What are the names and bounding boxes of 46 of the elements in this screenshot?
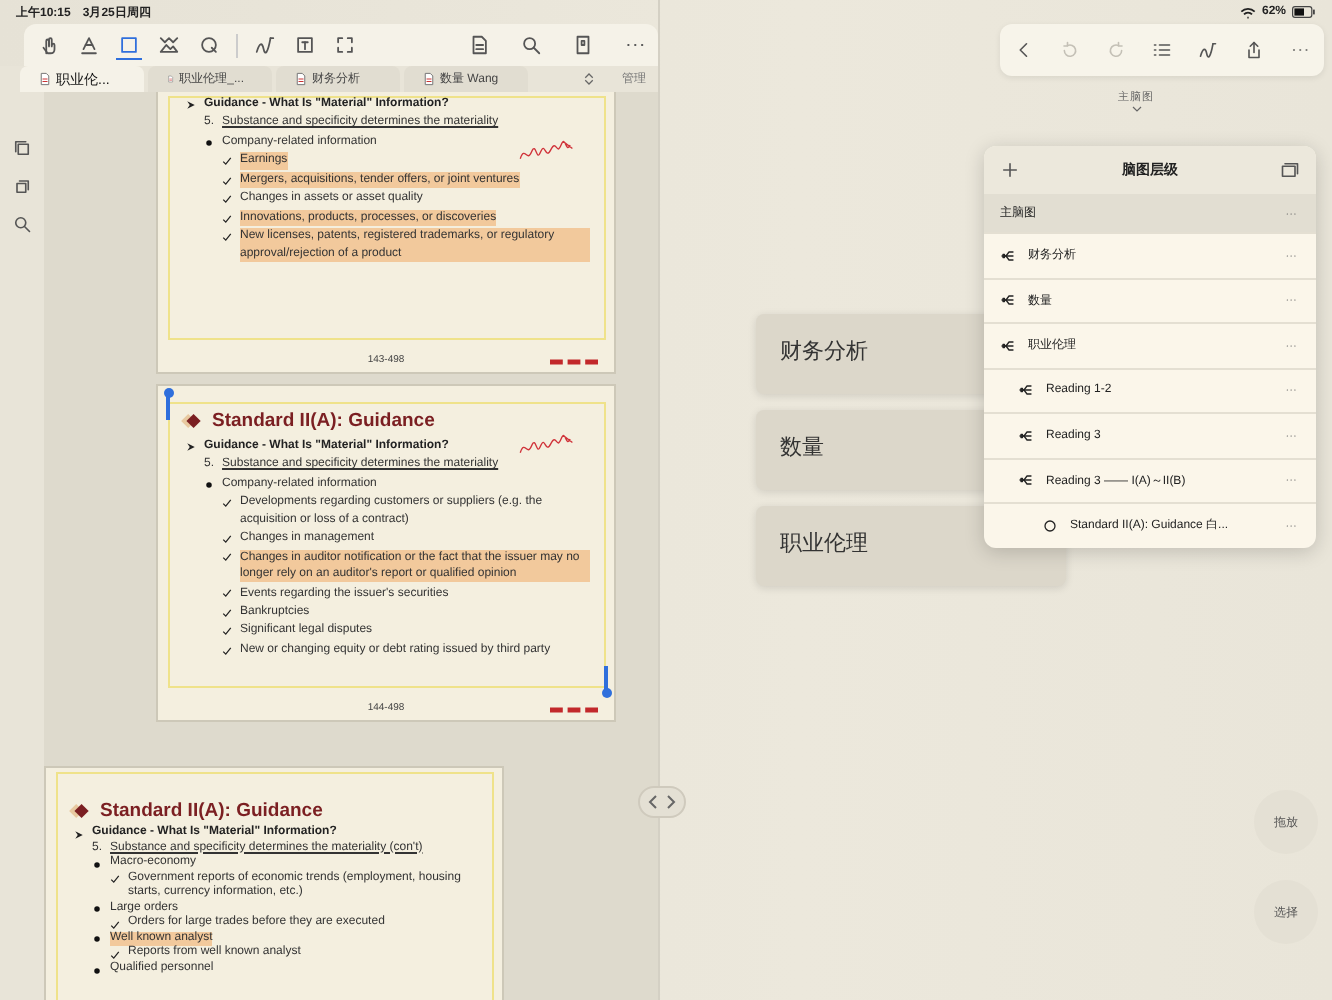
arrow-bullet-icon — [74, 829, 84, 840]
wifi-icon — [1239, 5, 1256, 19]
slide-title: Standard II(A): Guidance — [100, 800, 323, 822]
bullet-icon — [204, 479, 214, 490]
mindmap-icon — [1018, 472, 1034, 489]
slide-title: Standard II(A): Guidance — [212, 410, 435, 432]
windows-icon[interactable] — [1280, 160, 1300, 180]
circle-node-icon — [1042, 517, 1058, 534]
split-view-handle-icon[interactable] — [638, 786, 686, 818]
logo-mark-icon — [550, 706, 598, 714]
document-icon[interactable] — [468, 34, 490, 56]
copy-icon[interactable] — [12, 138, 32, 158]
bullet-icon — [92, 934, 102, 945]
chevron-down-icon[interactable] — [1131, 106, 1141, 112]
mindmap-icon — [1000, 337, 1016, 354]
sort-icon[interactable] — [584, 72, 594, 86]
mindmap-icon — [1018, 427, 1034, 444]
check-icon — [110, 949, 120, 960]
bullet-icon — [204, 137, 214, 148]
document-icon — [424, 72, 434, 86]
document-icon — [296, 72, 306, 86]
selection-handle[interactable] — [604, 666, 608, 694]
mindmap-icon — [1000, 247, 1016, 264]
document-icon — [40, 72, 50, 86]
list-icon[interactable] — [1151, 40, 1172, 60]
check-icon — [222, 498, 232, 509]
mindmap-icon — [1018, 382, 1034, 399]
duplicate-icon[interactable] — [12, 176, 32, 196]
bullet-icon — [92, 904, 102, 915]
pen-curve-icon[interactable] — [1198, 40, 1219, 60]
selection-handle[interactable] — [166, 392, 170, 420]
document-icon — [168, 72, 174, 86]
logo-mark-icon — [550, 358, 598, 366]
check-icon — [110, 919, 120, 930]
check-icon — [110, 874, 120, 885]
battery-icon — [1292, 6, 1316, 18]
mindmap-icon — [1000, 292, 1016, 309]
bullet-icon — [92, 859, 102, 870]
arrow-bullet-icon — [186, 99, 196, 110]
bullet-icon — [92, 965, 102, 976]
share-icon[interactable] — [1244, 40, 1265, 60]
bookmark-icon[interactable] — [572, 34, 594, 56]
add-icon[interactable] — [1000, 160, 1020, 180]
search-icon[interactable] — [520, 34, 542, 56]
arrow-bullet-icon — [186, 441, 196, 452]
search-icon[interactable] — [12, 214, 32, 234]
